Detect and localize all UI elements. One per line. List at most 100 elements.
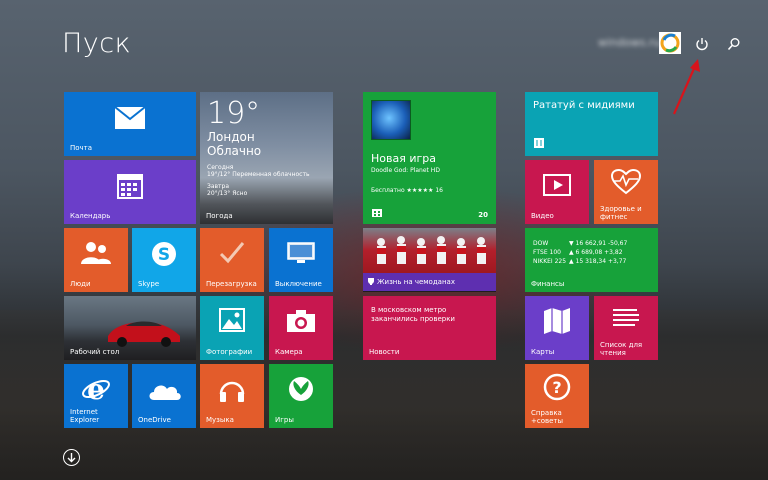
heart-pulse-icon [611, 169, 641, 195]
weather-today-label: Сегодня [207, 164, 234, 171]
tile-health[interactable]: Здоровье и фитнес [594, 160, 658, 224]
football-team-photo-icon [377, 236, 486, 264]
all-apps-button[interactable] [63, 449, 80, 466]
monitor-icon [287, 242, 315, 263]
arrow-down-icon [67, 452, 76, 462]
tile-desktop[interactable]: Рабочий стол [64, 296, 196, 360]
tile-maps[interactable]: Карты [525, 296, 589, 360]
checkmark-icon [219, 242, 245, 264]
tile-onedrive[interactable]: OneDrive [132, 364, 196, 428]
news-photo-caption-bar: Жизнь на чемоданах [363, 273, 496, 291]
tile-news-photo[interactable]: Жизнь на чемоданах [363, 228, 496, 292]
avatar-logo-icon [660, 33, 680, 53]
tile-photos[interactable]: Фотографии [200, 296, 264, 360]
tile-label: Здоровье и фитнес [600, 205, 642, 221]
people-icon [81, 242, 111, 264]
tile-news[interactable]: В московском метро заканчились проверки … [363, 296, 496, 360]
finance-index-name: DOW [533, 240, 549, 247]
tile-finance[interactable]: DOW ▼ 16 662,91 -50,67 FTSE 100 ▲ 6 689,… [525, 228, 658, 292]
tile-food[interactable]: Рататуй с мидиями [525, 92, 658, 156]
weather-temperature: 19° [207, 96, 261, 131]
calendar-icon [117, 174, 143, 199]
tile-label: Фотографии [206, 348, 253, 356]
tile-games[interactable]: Игры [269, 364, 333, 428]
xbox-icon [289, 377, 313, 401]
tile-calendar[interactable]: Календарь [64, 160, 196, 224]
tile-mail[interactable]: Почта [64, 92, 196, 156]
tile-label: OneDrive [138, 416, 171, 424]
svg-text:S: S [158, 245, 170, 265]
photos-icon [219, 308, 245, 332]
game-thumbnail-icon [371, 100, 411, 140]
weather-today-detail: 19°/12° Переменная облачность [207, 171, 310, 178]
tile-label: Игры [275, 416, 294, 424]
skype-icon: S [152, 242, 176, 266]
search-button[interactable] [724, 34, 744, 54]
reading-list-icon [613, 309, 639, 326]
weather-tomorrow-detail: 20°/13° Ясно [207, 190, 248, 197]
tile-video[interactable]: Видео [525, 160, 589, 224]
tile-label: Почта [70, 144, 93, 152]
tile-label: Люди [70, 280, 91, 288]
tile-label: Музыка [206, 416, 234, 424]
store-game-rating: Бесплатно ★★★★★ 16 [371, 187, 443, 194]
store-badge-count: 20 [478, 211, 488, 219]
tile-label: Новости [369, 348, 400, 356]
tile-label: Рабочий стол [70, 348, 120, 356]
tile-skype[interactable]: S Skype [132, 228, 196, 292]
camera-icon [287, 310, 315, 332]
finance-index-name: NIKKEI 225 [533, 258, 567, 265]
tile-label: Internet Explorer [70, 408, 100, 424]
power-icon [696, 38, 708, 51]
mail-icon [114, 106, 146, 129]
help-question-icon: ? [543, 373, 571, 401]
video-icon [543, 174, 571, 196]
annotation-arrow-icon [672, 59, 700, 115]
tile-label: Skype [138, 280, 160, 288]
store-game-title: Новая игра [371, 152, 436, 165]
tile-store[interactable]: Новая игра Doodle God: Planet HD Бесплат… [363, 92, 496, 224]
internet-explorer-icon: e [82, 374, 110, 404]
tile-weather[interactable]: 19° Лондон Облачно Сегодня 19°/12° Перем… [200, 92, 333, 224]
tile-label: Камера [275, 348, 303, 356]
tile-people[interactable]: Люди [64, 228, 128, 292]
finance-index-value: ▲ 6 689,08 +3,82 [569, 249, 623, 256]
tile-restart[interactable]: Перезагрузка [200, 228, 264, 292]
user-name[interactable]: windows.ru [598, 36, 660, 49]
trophy-icon [368, 278, 374, 285]
desktop-wallpaper-icon [108, 321, 180, 347]
finance-index-value: ▲ 15 318,34 +3,77 [569, 258, 627, 265]
tile-label: Карты [531, 348, 555, 356]
tile-label: Список для чтения [600, 341, 643, 357]
onedrive-cloud-icon [149, 385, 181, 400]
tile-label: Календарь [70, 212, 111, 220]
headphones-icon [219, 381, 245, 402]
news-headline: В московском метро заканчились проверки [371, 306, 455, 323]
tile-label: Финансы [531, 280, 565, 288]
store-game-subtitle: Doodle God: Planet HD [371, 167, 440, 174]
tile-internet-explorer[interactable]: e Internet Explorer [64, 364, 128, 428]
finance-index-name: FTSE 100 [533, 249, 561, 256]
weather-city: Лондон [207, 130, 255, 144]
search-icon [727, 38, 740, 51]
weather-condition: Облачно [207, 144, 262, 158]
tile-shutdown[interactable]: Выключение [269, 228, 333, 292]
tile-label: Выключение [275, 280, 322, 288]
tile-label: Видео [531, 212, 554, 220]
food-recipe-title: Рататуй с мидиями [533, 100, 635, 111]
tile-reading-list[interactable]: Список для чтения [594, 296, 658, 360]
map-icon [544, 308, 570, 334]
svg-text:e: e [87, 374, 105, 404]
tile-camera[interactable]: Камера [269, 296, 333, 360]
food-utensils-icon [534, 138, 544, 148]
tile-music[interactable]: Музыка [200, 364, 264, 428]
start-title: Пуск [62, 28, 132, 59]
user-avatar[interactable] [659, 32, 681, 54]
svg-text:?: ? [552, 378, 561, 397]
tile-help[interactable]: ? Справка +советы [525, 364, 589, 428]
finance-index-value: ▼ 16 662,91 -50,67 [569, 240, 628, 247]
tile-label: Погода [206, 212, 233, 220]
power-button[interactable] [692, 34, 712, 54]
news-photo-caption: Жизнь на чемоданах [377, 278, 455, 286]
tile-label: Перезагрузка [206, 280, 257, 288]
